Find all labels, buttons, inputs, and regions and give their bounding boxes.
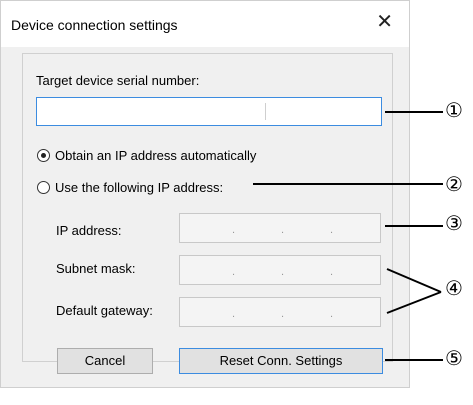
callout-line-1 bbox=[385, 111, 443, 113]
callout-number-4: ④ bbox=[445, 278, 463, 300]
callout-number-3: ③ bbox=[445, 213, 463, 235]
callout-line-2 bbox=[253, 183, 443, 185]
ip-address-field[interactable]: . . . bbox=[179, 213, 381, 243]
ip-separator: . bbox=[330, 308, 334, 320]
serial-number-input[interactable] bbox=[36, 97, 382, 126]
callout-lines-4 bbox=[386, 268, 442, 314]
radio-obtain-auto-label[interactable]: Obtain an IP address automatically bbox=[55, 148, 256, 163]
radio-obtain-auto[interactable] bbox=[37, 149, 50, 162]
default-gateway-label: Default gateway: bbox=[56, 303, 153, 318]
text-cursor bbox=[265, 103, 266, 120]
ip-separator: . bbox=[330, 224, 334, 236]
ip-address-label: IP address: bbox=[56, 223, 122, 238]
dialog-title: Device connection settings bbox=[11, 17, 178, 33]
ip-separator: . bbox=[281, 308, 285, 320]
subnet-mask-label: Subnet mask: bbox=[56, 261, 136, 276]
radio-use-following[interactable] bbox=[37, 181, 50, 194]
title-bar: Device connection settings ✕ bbox=[1, 1, 409, 47]
ip-separator: . bbox=[232, 266, 236, 278]
subnet-mask-field[interactable]: . . . bbox=[179, 255, 381, 285]
callout-number-1: ① bbox=[445, 100, 463, 122]
ip-separator: . bbox=[232, 224, 236, 236]
device-connection-dialog: Device connection settings ✕ Target devi… bbox=[0, 0, 410, 388]
cancel-button[interactable]: Cancel bbox=[57, 348, 153, 374]
serial-label: Target device serial number: bbox=[36, 73, 200, 88]
close-icon[interactable]: ✕ bbox=[376, 11, 393, 33]
default-gateway-field[interactable]: . . . bbox=[179, 297, 381, 327]
callout-number-5: ⑤ bbox=[445, 348, 463, 370]
ip-separator: . bbox=[232, 308, 236, 320]
callout-line-5 bbox=[385, 359, 443, 361]
callout-number-2: ② bbox=[445, 174, 463, 196]
radio-use-following-label[interactable]: Use the following IP address: bbox=[55, 180, 223, 195]
ip-separator: . bbox=[281, 224, 285, 236]
callout-line-3 bbox=[385, 225, 443, 227]
reset-conn-settings-button[interactable]: Reset Conn. Settings bbox=[179, 348, 383, 374]
ip-separator: . bbox=[281, 266, 285, 278]
ip-separator: . bbox=[330, 266, 334, 278]
